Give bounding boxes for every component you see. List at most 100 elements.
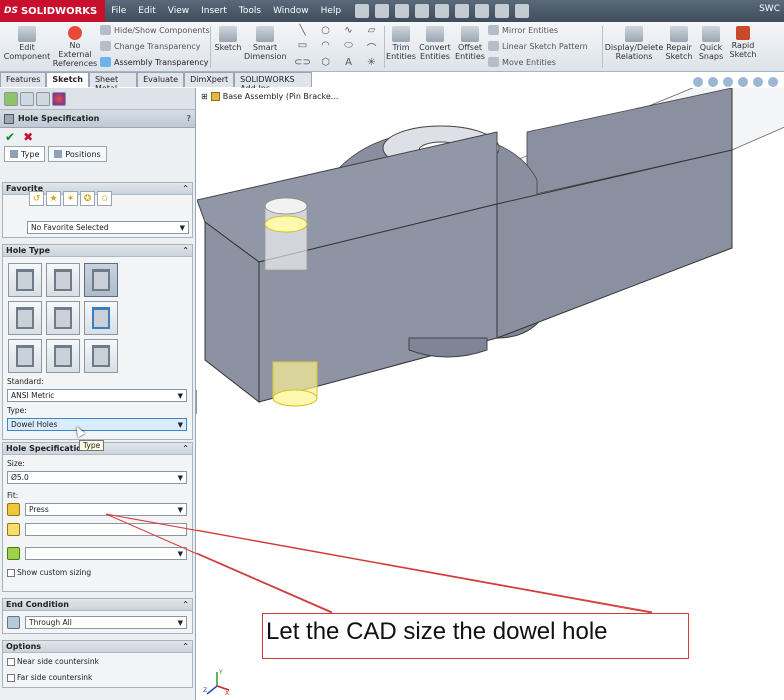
collapse-icon[interactable]: ⌃ (182, 184, 189, 193)
menu-tools[interactable]: Tools (233, 6, 267, 16)
options-icon[interactable] (515, 4, 530, 18)
standard-select[interactable]: ANSI Metric ▼ (7, 389, 187, 402)
change-transparency-button[interactable]: Change Transparency (100, 41, 201, 51)
precision-select[interactable]: ▼ (25, 547, 187, 560)
trim-entities-button[interactable]: Trim Entities (386, 24, 416, 61)
spline-icon[interactable]: ∿ (338, 25, 359, 38)
tab-type[interactable]: Type (4, 146, 46, 162)
zoom-area-icon[interactable] (708, 77, 718, 87)
counterbore-button[interactable] (8, 263, 42, 297)
counterbore-slot-button[interactable] (8, 339, 42, 373)
arc-icon[interactable]: ◠ (315, 40, 336, 55)
smart-dimension-button[interactable]: Smart Dimension (244, 24, 287, 61)
collapse-icon[interactable]: ⌃ (182, 642, 189, 651)
tab-addins[interactable]: SOLIDWORKS Add-Ins (234, 72, 312, 93)
collapse-icon[interactable]: ⌃ (182, 600, 189, 609)
menu-insert[interactable]: Insert (195, 6, 233, 16)
menu-window[interactable]: Window (267, 6, 315, 16)
quick-snaps-button[interactable]: Quick Snaps (696, 24, 726, 61)
favorite-select[interactable]: No Favorite Selected ▼ (27, 221, 189, 234)
countersink-slot-button[interactable] (46, 339, 80, 373)
menu-help[interactable]: Help (315, 6, 348, 16)
rebuild-icon[interactable] (495, 4, 510, 18)
hole-type-header[interactable]: Hole Type ⌃ (3, 245, 192, 257)
configuration-manager-tab-icon[interactable] (36, 92, 50, 106)
display-style-icon[interactable] (768, 77, 778, 87)
tab-dimxpert[interactable]: DimXpert (184, 72, 235, 87)
type-select[interactable]: Dowel Holes ▼ (7, 418, 187, 431)
menu-edit[interactable]: Edit (132, 6, 161, 16)
print-icon[interactable] (435, 4, 450, 18)
mirror-entities-button[interactable]: Mirror Entities (488, 25, 558, 35)
end-condition-select[interactable]: Through All ▼ (25, 616, 187, 629)
circle-icon[interactable]: ○ (315, 25, 336, 38)
linear-sketch-pattern-button[interactable]: Linear Sketch Pattern (488, 41, 588, 51)
graphics-area[interactable]: ⊞ Base Assembly (Pin Bracke... Y X Z (197, 77, 784, 700)
tab-positions[interactable]: Positions (48, 146, 107, 162)
rapid-sketch-button[interactable]: Rapid Sketch (728, 24, 758, 59)
slot-button[interactable] (84, 339, 118, 373)
text-icon[interactable]: A (338, 57, 359, 70)
hide-show-components-button[interactable]: Hide/Show Components (100, 25, 210, 35)
options-header[interactable]: Options ⌃ (3, 641, 192, 653)
tab-features[interactable]: Features (0, 72, 47, 87)
ok-button[interactable]: ✔ (5, 130, 15, 144)
section-view-icon[interactable] (738, 77, 748, 87)
load-favorite-icon[interactable]: ✩ (97, 191, 112, 206)
legacy-hole-button[interactable] (84, 301, 118, 335)
no-external-references-button[interactable]: No External References (52, 24, 98, 68)
undo-icon[interactable] (455, 4, 470, 18)
ellipse-icon[interactable]: ⬭ (338, 40, 359, 55)
save-favorite-icon[interactable]: ✪ (80, 191, 95, 206)
tab-evaluate[interactable]: Evaluate (137, 72, 185, 87)
line-icon[interactable]: ╲ (292, 25, 313, 38)
offset-entities-button[interactable]: Offset Entities (454, 24, 486, 61)
menu-file[interactable]: File (105, 6, 132, 16)
convert-entities-button[interactable]: Convert Entities (416, 24, 454, 61)
repair-sketch-button[interactable]: Repair Sketch (664, 24, 694, 61)
open-icon[interactable] (395, 4, 410, 18)
collapse-icon[interactable]: ⌃ (182, 444, 189, 453)
apply-defaults-icon[interactable]: ↺ (29, 191, 44, 206)
delete-favorite-icon[interactable]: ✶ (63, 191, 78, 206)
slot-icon[interactable]: ⊂⊃ (292, 57, 313, 70)
display-delete-relations-button[interactable]: Display/Delete Relations (604, 24, 664, 61)
hole-button[interactable] (84, 263, 118, 297)
display-manager-tab-icon[interactable] (52, 92, 66, 106)
collapse-icon[interactable]: ⌃ (182, 246, 189, 255)
fit-select[interactable]: Press ▼ (25, 503, 187, 516)
reverse-direction-icon[interactable] (7, 616, 20, 629)
save-icon[interactable] (415, 4, 430, 18)
far-side-countersink-checkbox[interactable] (7, 674, 15, 682)
edit-component-button[interactable]: Edit Component (2, 24, 52, 61)
view-orientation-icon[interactable] (753, 77, 763, 87)
zoom-to-fit-icon[interactable] (693, 77, 703, 87)
new-icon[interactable] (375, 4, 390, 18)
tab-sheet-metal[interactable]: Sheet Metal (88, 72, 138, 93)
previous-view-icon[interactable] (723, 77, 733, 87)
cancel-button[interactable]: ✖ (23, 130, 33, 144)
pin-icon[interactable] (355, 4, 370, 18)
straight-tap-button[interactable] (8, 301, 42, 335)
polygon-icon[interactable]: ⬡ (315, 57, 336, 70)
sketch-button[interactable]: Sketch (212, 24, 244, 52)
assembly-transparency-button[interactable]: Assembly Transparency (100, 57, 208, 67)
size-select[interactable]: Ø5.0 ▼ (7, 471, 187, 484)
tab-sketch[interactable]: Sketch (46, 72, 89, 87)
move-entities-button[interactable]: Move Entities (488, 57, 556, 67)
solidworks-logo[interactable]: DS SOLIDWORKS (0, 0, 106, 22)
property-manager-tab-icon[interactable] (20, 92, 34, 106)
feature-manager-tab-icon[interactable] (4, 92, 18, 106)
show-custom-sizing-checkbox[interactable] (7, 569, 15, 577)
rectangle-icon[interactable]: ▭ (292, 40, 313, 55)
add-favorite-icon[interactable]: ★ (46, 191, 61, 206)
plane-icon[interactable]: ▱ (361, 25, 382, 38)
fillet-icon[interactable]: ⌒ (361, 40, 382, 55)
tolerance-input[interactable] (25, 523, 187, 536)
countersink-button[interactable] (46, 263, 80, 297)
help-icon[interactable]: ? (186, 114, 191, 123)
select-icon[interactable] (475, 4, 490, 18)
menu-view[interactable]: View (162, 6, 195, 16)
end-condition-header[interactable]: End Condition ⌃ (3, 599, 192, 611)
tapered-tap-button[interactable] (46, 301, 80, 335)
